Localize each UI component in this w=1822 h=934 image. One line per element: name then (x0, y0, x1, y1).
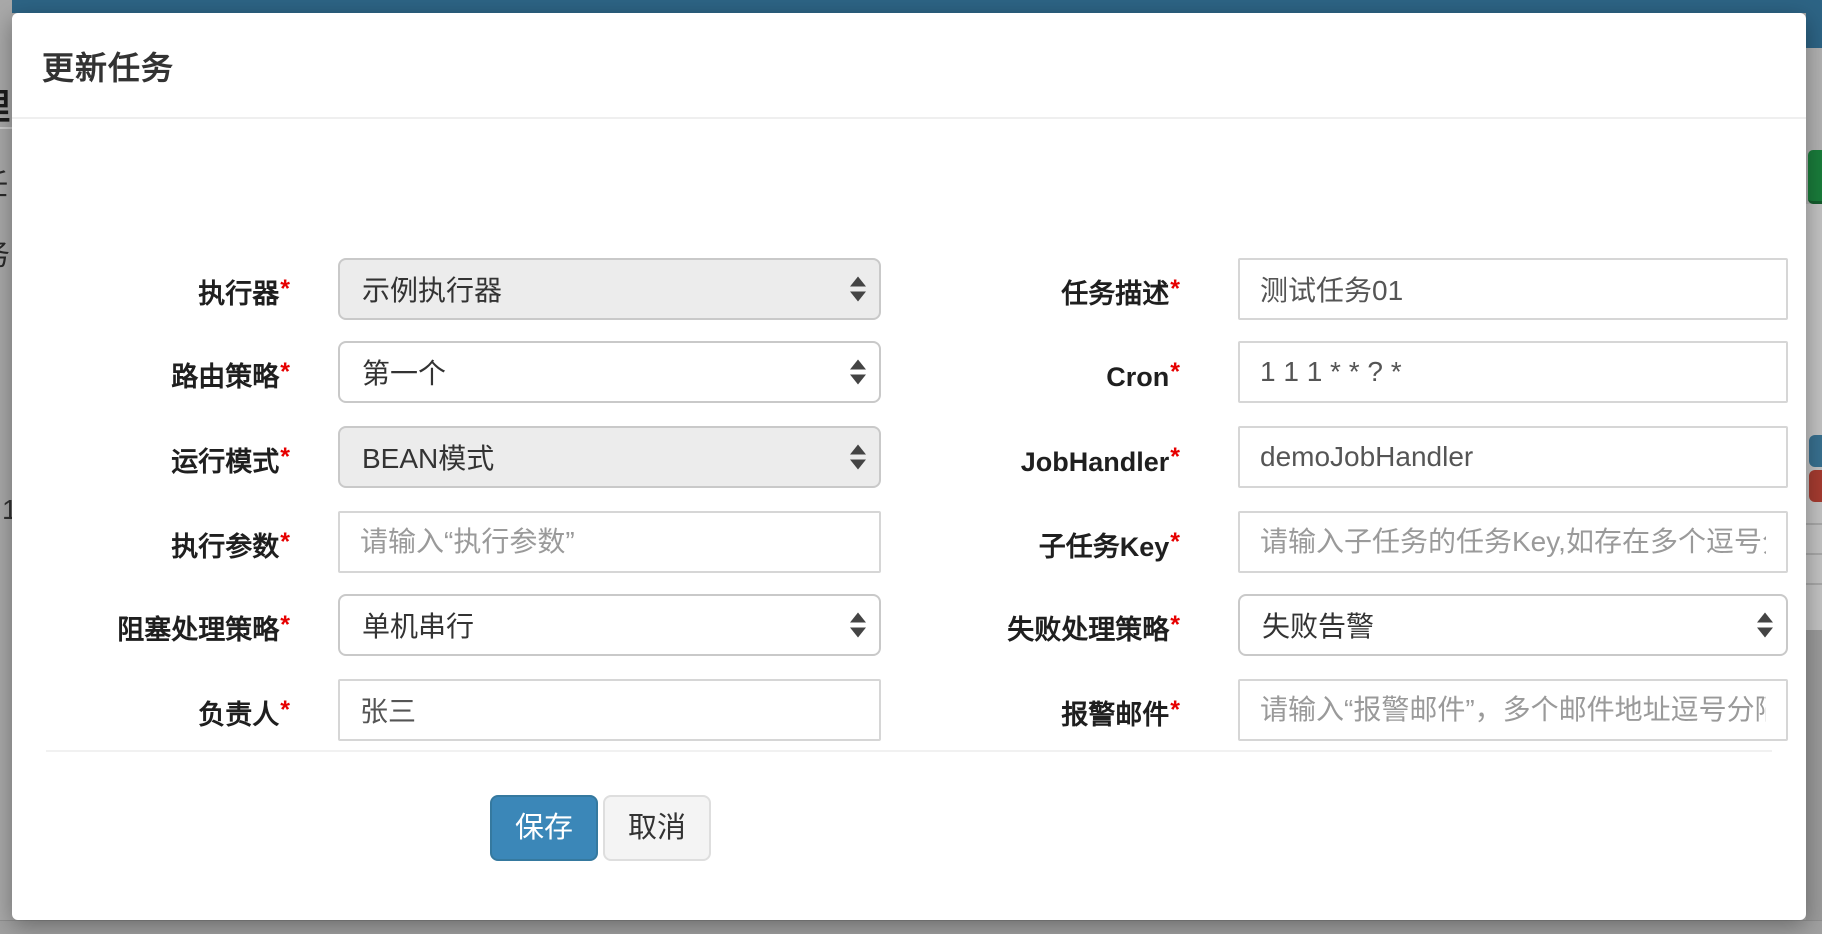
field-label-author: 负责人* (40, 679, 290, 741)
background-text-fragment: 务 (0, 230, 10, 274)
field-label-glue-type: 运行模式* (40, 426, 290, 488)
field-label-executor-param: 执行参数* (40, 511, 290, 573)
child-jobkey-input[interactable] (1238, 511, 1788, 573)
field-label-task-desc: 任务描述* (892, 258, 1180, 320)
background-row-line (1806, 583, 1822, 585)
background-row-line (1806, 553, 1822, 555)
background-blue-button-fragment (1809, 435, 1822, 467)
field-label-fail-strategy: 失败处理策略* (892, 594, 1180, 656)
modal-footer: 保存 取消 (46, 750, 1772, 922)
select-arrows-icon (850, 277, 866, 302)
background-navbar (0, 0, 1822, 13)
backdrop-bottom (0, 920, 1822, 934)
field-label-block-strategy: 阻塞处理策略* (40, 594, 290, 656)
required-asterisk: * (1170, 528, 1180, 556)
modal-title: 更新任务 (42, 43, 174, 89)
background-green-button-fragment (1808, 150, 1822, 204)
executor-param-input[interactable] (338, 511, 881, 573)
required-asterisk: * (1170, 611, 1180, 639)
background-number-fragment: 1 (2, 494, 12, 526)
required-asterisk: * (1170, 275, 1180, 303)
cron-input[interactable] (1238, 341, 1788, 403)
block-strategy-select[interactable]: 单机串行 (338, 594, 881, 656)
task-desc-input[interactable] (1238, 258, 1788, 320)
required-asterisk: * (280, 443, 290, 471)
background-divider (0, 127, 12, 129)
background-table-fragment (1806, 204, 1822, 630)
background-text-fragment: 任 (0, 160, 8, 204)
field-label-child-jobkey: 子任务Key* (892, 511, 1180, 573)
required-asterisk: * (280, 528, 290, 556)
background-row-line (1806, 523, 1822, 525)
author-input[interactable] (338, 679, 881, 741)
alarm-email-input[interactable] (1238, 679, 1788, 741)
background-red-button-fragment (1809, 470, 1822, 502)
field-label-executor: 执行器* (40, 258, 290, 320)
fail-strategy-select[interactable]: 失败告警 (1238, 594, 1788, 656)
required-asterisk: * (280, 696, 290, 724)
select-arrows-icon (1757, 613, 1773, 638)
cancel-button[interactable]: 取消 (603, 795, 711, 861)
required-asterisk: * (280, 275, 290, 303)
background-navbar-fragment (1806, 0, 1822, 48)
save-button[interactable]: 保存 (490, 795, 598, 861)
modal-header: 更新任务 (12, 13, 1806, 119)
field-label-cron: Cron* (892, 341, 1180, 403)
required-asterisk: * (1170, 443, 1180, 471)
background-footer-fragment (1806, 630, 1822, 920)
field-label-jobhandler: JobHandler* (892, 426, 1180, 488)
jobhandler-input[interactable] (1238, 426, 1788, 488)
update-job-modal: 更新任务 执行器* 示例执行器 任务描述* 路由策略* 第一个 Cron* 运行… (12, 13, 1806, 920)
required-asterisk: * (280, 611, 290, 639)
select-arrows-icon (850, 613, 866, 638)
background-page-title-fragment: 理 (0, 78, 10, 130)
route-strategy-select[interactable]: 第一个 (338, 341, 881, 403)
select-arrows-icon (850, 360, 866, 385)
backdrop-right (1806, 0, 1822, 934)
glue-type-select[interactable]: BEAN模式 (338, 426, 881, 488)
required-asterisk: * (1170, 358, 1180, 386)
modal-body: 执行器* 示例执行器 任务描述* 路由策略* 第一个 Cron* 运行模式* B… (12, 119, 1806, 750)
field-label-route-strategy: 路由策略* (40, 341, 290, 403)
required-asterisk: * (280, 358, 290, 386)
executor-select[interactable]: 示例执行器 (338, 258, 881, 320)
backdrop-left: 理 任 务 1 (0, 0, 12, 934)
required-asterisk: * (1170, 696, 1180, 724)
select-arrows-icon (850, 445, 866, 470)
field-label-alarm-email: 报警邮件* (892, 679, 1180, 741)
